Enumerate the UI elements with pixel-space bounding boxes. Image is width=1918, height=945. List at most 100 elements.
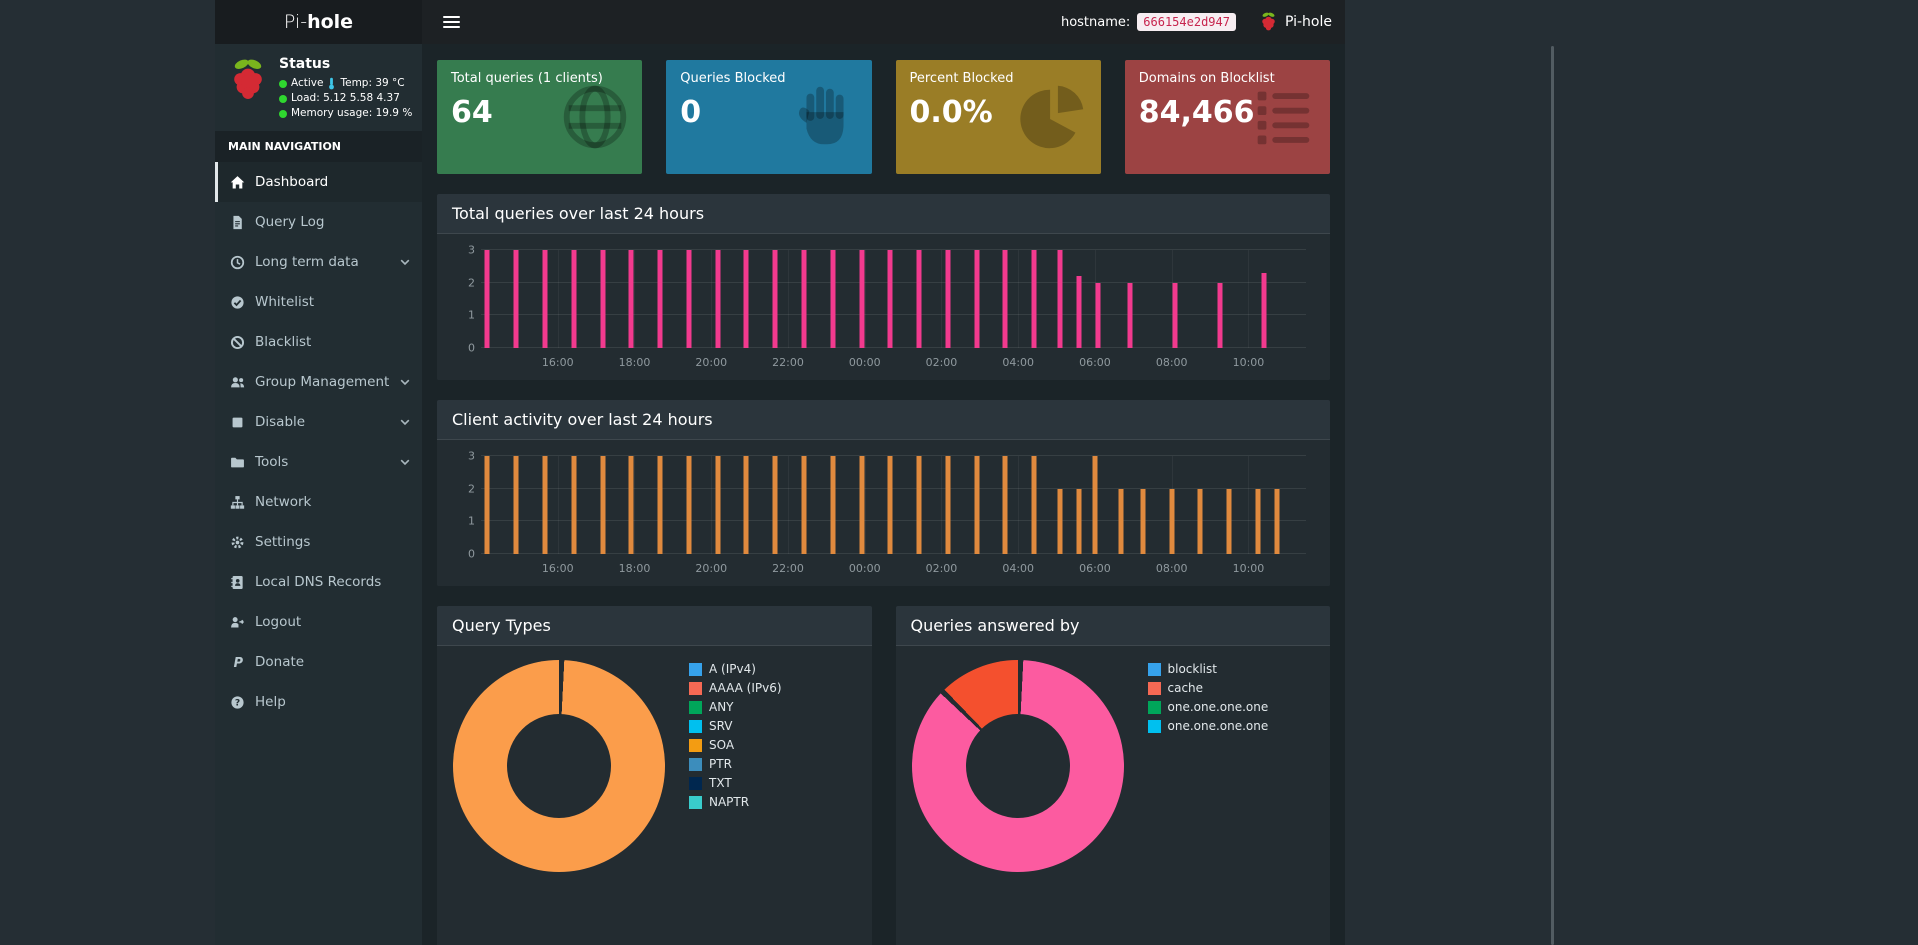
sidebar-item-logout[interactable]: Logout (215, 602, 422, 642)
legend-item: SRV (689, 719, 782, 733)
panel-body: 0 1 2 3 16:00 18:00 20:00 22:00 00:00 02:00 04:00 0… (437, 440, 1330, 586)
x-axis-label: 18:00 (618, 562, 651, 575)
sidebar-item-tools[interactable]: Tools (215, 442, 422, 482)
chart-bar (657, 250, 663, 348)
chart-bar (1118, 488, 1124, 554)
chart-bar (1197, 488, 1203, 554)
sidebar-item-group-management[interactable]: Group Management (215, 362, 422, 402)
sidebar-item-whitelist[interactable]: Whitelist (215, 282, 422, 322)
legend-swatch (1147, 700, 1161, 714)
card-percent-blocked[interactable]: Percent Blocked 0.0% (895, 60, 1101, 174)
x-axis-label: 04:00 (1002, 562, 1035, 575)
sidebar-item-blacklist[interactable]: Blacklist (215, 322, 422, 362)
gridline-vertical (787, 250, 789, 348)
chevron-down-icon (400, 259, 410, 266)
legend-label: blocklist (1167, 662, 1217, 676)
gridline-vertical (557, 250, 559, 348)
legend-label: TXT (709, 776, 732, 790)
legend-swatch (689, 738, 702, 752)
queries-over-time-chart[interactable]: 0 1 2 3 16:00 18:00 20:00 22:00 00:00 02:00 04:00 0… (451, 242, 1316, 372)
card-total-queries-1-clients[interactable]: Total queries (1 clients) 64 (437, 60, 643, 174)
bar-plot: 0 1 2 3 16:00 18:00 20:00 22:00 00:00 02:00 04:00 0… (468, 244, 1306, 369)
status-load-label: Load: 5.12 5.58 4.37 (291, 92, 400, 104)
sidebar-item-label: Settings (255, 534, 311, 550)
card-queries-blocked[interactable]: Queries Blocked 0 (666, 60, 872, 174)
y-axis-label: 1 (468, 308, 475, 322)
x-axis-label: 08:00 (1155, 562, 1188, 575)
chart-bar (1031, 250, 1037, 348)
chart-bar (600, 250, 605, 348)
x-axis-label: 00:00 (848, 562, 881, 575)
query-types-chart[interactable]: A (IPv4) AAAA (IPv6) ANY SRV SOA PTR TXT NAPTR (437, 646, 872, 945)
sidebar-item-label: Help (255, 694, 286, 710)
summary-cards-row: Total queries (1 clients) 64 Queries Block… (437, 60, 1330, 174)
card-domains-on-blocklist[interactable]: Domains on Blocklist 84,466 (1124, 60, 1330, 174)
sidebar-toggle-icon[interactable] (435, 7, 468, 37)
sidebar-item-disable[interactable]: Disable (215, 402, 422, 442)
desktop-background: Pi-hole hostname: 666154e2d947 Pi-hole S… (0, 0, 1918, 945)
chart-bar (1002, 250, 1008, 348)
brand-logo[interactable]: Pi-hole (215, 0, 422, 44)
legend-item: TXT (689, 776, 782, 790)
chart-bar (801, 250, 807, 348)
chart-bar (945, 250, 951, 348)
sidebar-item-label: Group Management (255, 374, 390, 390)
sidebar-section-label: MAIN NAVIGATION (215, 131, 422, 162)
gears-icon (229, 535, 246, 550)
gridline-vertical (711, 250, 713, 348)
legend-label: A (IPv4) (709, 662, 756, 676)
status-load-line: Load: 5.12 5.58 4.37 (279, 91, 412, 106)
chart-bar (1076, 276, 1082, 348)
x-axis-label: 16:00 (541, 356, 574, 369)
legend-label: SRV (709, 719, 733, 733)
hostname-label: hostname: (1060, 14, 1131, 30)
legend-swatch (689, 662, 702, 676)
main-content: Total queries (1 clients) 64 Queries Block… (422, 44, 1345, 945)
x-axis-label: 06:00 (1079, 562, 1111, 575)
vertical-scrollbar[interactable] (1551, 46, 1554, 945)
chart-bar (801, 456, 807, 554)
legend-item: ANY (689, 700, 782, 714)
chevron-down-icon (400, 379, 410, 386)
chart-bar (657, 456, 663, 554)
sidebar-item-network[interactable]: Network (215, 482, 422, 522)
status-memory-dot (279, 109, 287, 118)
legend-label: ANY (709, 700, 734, 714)
client-activity-chart[interactable]: 0 1 2 3 16:00 18:00 20:00 22:00 00:00 02:00 04:00 0… (451, 448, 1316, 578)
chart-bar (916, 250, 922, 348)
y-axis-label: 3 (468, 243, 475, 257)
chart-bar (974, 250, 980, 348)
sidebar-item-long-term-data[interactable]: Long term data (215, 242, 422, 282)
sidebar-item-label: Dashboard (255, 174, 329, 190)
x-axis-label: 02:00 (925, 562, 958, 575)
x-axis-label: 20:00 (695, 356, 728, 369)
sidebar-item-local-dns-records[interactable]: Local DNS Records (215, 562, 422, 602)
chart-bar (542, 250, 548, 348)
legend-item: A (IPv4) (689, 662, 782, 676)
y-axis-label: 3 (468, 449, 475, 463)
legend-item: PTR (689, 757, 782, 771)
card-value: 0.0% (909, 95, 993, 130)
sidebar-item-settings[interactable]: Settings (215, 522, 422, 562)
legend-item: one.one.one.one (1147, 700, 1268, 714)
queries-answered-by-chart[interactable]: blocklist cache one.one.one.one one.one.one… (895, 646, 1330, 945)
doughnut-chart (911, 660, 1124, 872)
gridline-vertical (1248, 456, 1250, 554)
sidebar-item-donate[interactable]: P Donate (215, 642, 422, 682)
gridline-vertical (941, 456, 943, 554)
y-axis-label: 0 (468, 547, 475, 561)
chart-bar (743, 456, 749, 554)
legend-swatch (689, 795, 702, 809)
clock-icon (229, 255, 246, 270)
sidebar-item-query-log[interactable]: Query Log (215, 202, 422, 242)
status-active-dot (279, 79, 287, 88)
home-icon (229, 175, 246, 190)
sidebar-item-dashboard[interactable]: Dashboard (215, 162, 422, 202)
y-axis-label: 2 (468, 276, 475, 290)
sidebar-item-help[interactable]: ? Help (215, 682, 422, 722)
legend-swatch (689, 681, 702, 695)
card-title: Queries Blocked (680, 71, 786, 86)
chart-bar (715, 456, 721, 554)
chart-bar (887, 250, 893, 348)
sidebar-item-label: Query Log (255, 214, 325, 230)
